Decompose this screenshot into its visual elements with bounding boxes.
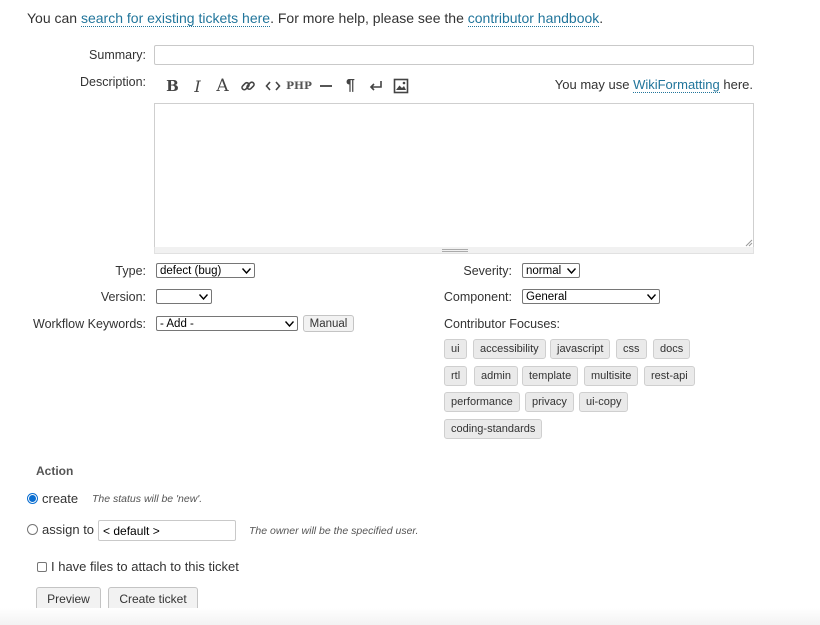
wiki-toolbar: B I A PHP ¶ xyxy=(160,76,413,96)
line-break-icon xyxy=(369,81,382,91)
hr-button[interactable] xyxy=(313,76,338,96)
manual-button[interactable]: Manual xyxy=(303,315,354,332)
create-label[interactable]: create xyxy=(42,491,78,506)
type-select-value: defect (bug) xyxy=(160,264,222,277)
version-select[interactable] xyxy=(156,289,212,304)
focus-chip[interactable]: coding-standards xyxy=(444,419,543,439)
focus-chip[interactable]: rest-api xyxy=(644,366,695,386)
version-label: Version: xyxy=(100,290,146,304)
contributor-focuses-label: Contributor Focuses: xyxy=(444,317,561,331)
keywords-select-value: - Add - xyxy=(160,317,194,330)
create-hint: The status will be 'new'. xyxy=(92,493,203,505)
wiki-formatting-note: You may use WikiFormatting here. xyxy=(554,77,753,93)
focus-chip[interactable]: privacy xyxy=(525,392,574,412)
code-button[interactable] xyxy=(260,76,285,96)
wiki-prefix: You may use xyxy=(554,77,634,92)
heading-icon: A xyxy=(216,76,229,96)
php-button[interactable]: PHP xyxy=(285,76,313,96)
severity-label: Severity: xyxy=(463,264,512,278)
textarea-resize-icon[interactable] xyxy=(744,238,753,247)
intro-text: You can search for existing tickets here… xyxy=(27,10,604,27)
attach-files-label[interactable]: I have files to attach to this ticket xyxy=(51,559,239,574)
chevron-down-icon xyxy=(241,266,251,276)
chevron-down-icon xyxy=(646,292,656,302)
create-radio[interactable] xyxy=(27,493,38,504)
description-label: Description: xyxy=(80,75,146,89)
focus-chip[interactable]: rtl xyxy=(444,366,468,386)
focus-chip[interactable]: performance xyxy=(444,392,520,412)
horizontal-rule-icon xyxy=(319,85,332,87)
focus-chip[interactable]: multisite xyxy=(584,366,639,386)
line-break-button[interactable] xyxy=(363,76,388,96)
assign-radio[interactable] xyxy=(27,524,38,535)
link-icon xyxy=(240,81,255,91)
description-textarea[interactable] xyxy=(154,103,754,248)
pilcrow-icon: ¶ xyxy=(346,77,355,94)
bold-icon: B xyxy=(166,77,179,95)
chevron-down-icon xyxy=(566,266,576,276)
action-heading: Action xyxy=(36,464,74,478)
focus-chip[interactable]: admin xyxy=(474,366,518,386)
grip-lines-icon xyxy=(442,249,468,252)
assign-hint: The owner will be the specified user. xyxy=(249,525,419,537)
component-label: Component: xyxy=(443,290,512,304)
image-button[interactable] xyxy=(388,76,413,96)
contributor-handbook-link[interactable]: contributor handbook xyxy=(467,10,600,27)
code-icon xyxy=(264,81,281,91)
component-select-value: General xyxy=(526,290,567,303)
focus-chip[interactable]: docs xyxy=(653,339,691,359)
wiki-formatting-link[interactable]: WikiFormatting xyxy=(633,77,720,93)
image-icon xyxy=(393,78,408,94)
chevron-down-icon xyxy=(198,292,208,302)
severity-select[interactable]: normal xyxy=(522,263,580,278)
intro-suffix: . xyxy=(599,10,604,26)
paragraph-button[interactable]: ¶ xyxy=(338,76,363,96)
intro-prefix: You can xyxy=(27,10,81,26)
focus-chip[interactable]: template xyxy=(522,366,579,386)
severity-select-value: normal xyxy=(526,264,562,277)
link-button[interactable] xyxy=(235,76,260,96)
attach-files-checkbox[interactable] xyxy=(37,562,47,572)
assign-label[interactable]: assign to xyxy=(42,522,94,537)
focus-chip[interactable]: ui xyxy=(444,339,467,359)
chevron-down-icon xyxy=(284,319,294,329)
focus-chip[interactable]: javascript xyxy=(550,339,611,359)
textarea-resize-grip[interactable] xyxy=(154,247,754,254)
summary-input[interactable] xyxy=(154,45,754,65)
focus-chip[interactable]: css xyxy=(616,339,647,359)
type-label: Type: xyxy=(115,264,146,278)
php-icon: PHP xyxy=(286,80,312,92)
type-select[interactable]: defect (bug) xyxy=(156,263,255,278)
heading-button[interactable]: A xyxy=(210,76,235,96)
italic-icon: I xyxy=(194,76,201,96)
workflow-keywords-select[interactable]: - Add - xyxy=(156,316,298,331)
italic-button[interactable]: I xyxy=(185,76,210,96)
workflow-keywords-label: Workflow Keywords: xyxy=(33,317,146,331)
bold-button[interactable]: B xyxy=(160,76,185,96)
intro-middle: . For more help, please see the xyxy=(270,10,468,26)
focus-chip[interactable]: ui-copy xyxy=(579,392,629,412)
assign-to-input[interactable] xyxy=(98,520,236,541)
summary-label: Summary: xyxy=(89,48,146,62)
focus-chip[interactable]: accessibility xyxy=(473,339,546,359)
wiki-suffix: here. xyxy=(719,77,753,92)
page-bottom-fade xyxy=(0,608,820,625)
component-select[interactable]: General xyxy=(522,289,660,304)
search-tickets-link[interactable]: search for existing tickets here xyxy=(80,10,271,27)
